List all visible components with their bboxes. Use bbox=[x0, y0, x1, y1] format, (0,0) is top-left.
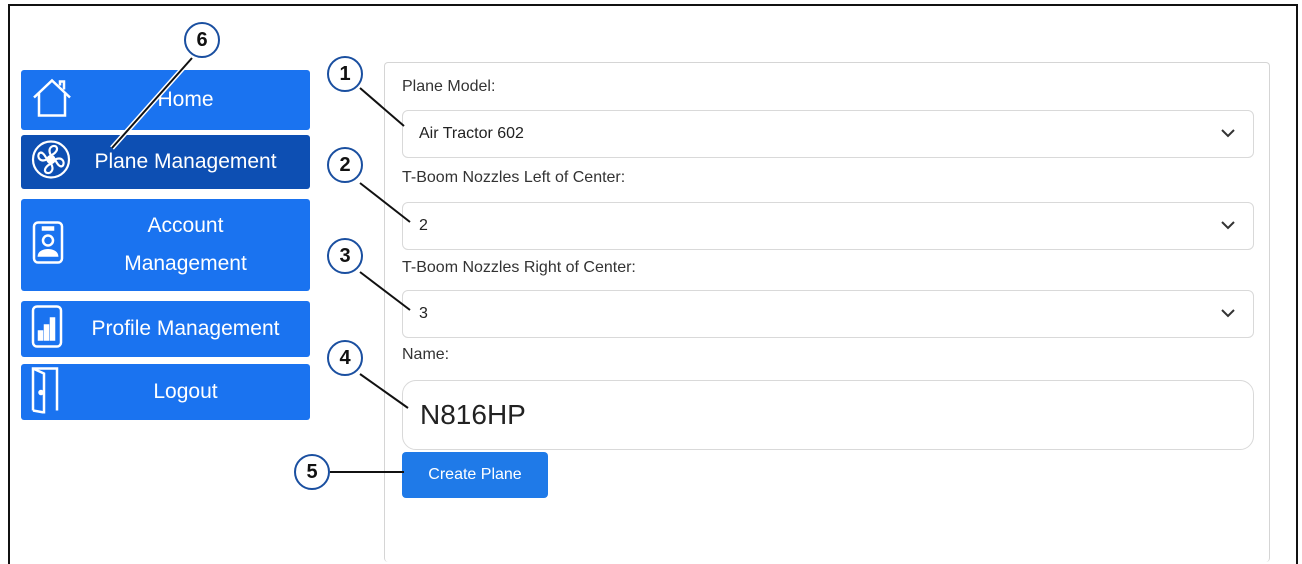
callout-5: 5 bbox=[294, 454, 330, 490]
callout-4: 4 bbox=[327, 340, 363, 376]
callout-6: 6 bbox=[184, 22, 220, 58]
callout-2: 2 bbox=[327, 147, 363, 183]
callout-lines bbox=[110, 56, 411, 473]
callout-3: 3 bbox=[327, 238, 363, 274]
callout-1: 1 bbox=[327, 56, 363, 92]
